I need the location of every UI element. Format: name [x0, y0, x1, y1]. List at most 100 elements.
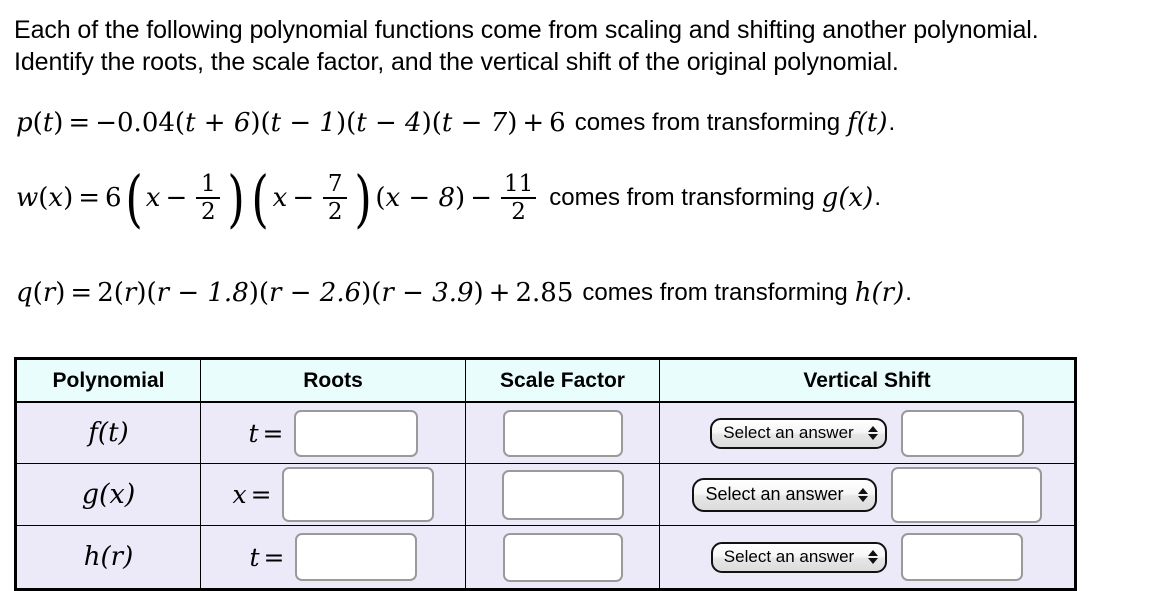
polynomial-label-h: h(r) [83, 542, 134, 572]
updown-arrows-icon [868, 550, 879, 564]
equation-w-tail-fn: g(x) [821, 183, 874, 214]
polynomial-label-f: f(t) [88, 418, 129, 448]
vertical-shift-select-label-f: Select an answer [723, 423, 854, 442]
equation-q-tail-text: comes from transforming [582, 279, 848, 306]
equation-p-constant: 6 [549, 108, 566, 138]
close-paren-icon: ) [227, 161, 246, 235]
roots-input-h[interactable] [294, 533, 417, 581]
equation-q-expression: q(r) = 2(r)(r − 1.8)(r − 2.6)(r − 3.9) +… [16, 278, 574, 308]
cell-polynomial-f: f(t) [16, 401, 201, 464]
equation-w-factor2-fraction: 7 2 [323, 172, 348, 224]
equation-q-lead-coefficient: 2 [97, 278, 114, 308]
close-paren-icon: ) [354, 161, 372, 235]
column-header-scale-factor: Scale Factor [465, 359, 660, 403]
equation-p-factor-4: t − 7 [441, 108, 508, 138]
equation-p-tail: comes from transforming f(t). [566, 108, 895, 138]
table-row: f(t) t = Select an answer [16, 401, 1075, 464]
equation-q-factor-4: r − 3.9 [381, 278, 474, 308]
column-header-vertical-shift: Vertical Shift [659, 359, 1075, 403]
equation-q-constant-sign: + [488, 278, 511, 308]
equation-q-tail-fn: h(r) [854, 278, 905, 308]
answer-table-container: Polynomial Roots Scale Factor Vertical S… [14, 357, 1077, 591]
equation-p-lead-coefficient: 0.04 [117, 108, 175, 138]
equation-p-expression: p(t) = −0.04(t + 6)(t − 1)(t − 4)(t − 7)… [16, 108, 566, 138]
equation-q-factor-2: r − 1.8 [156, 278, 249, 308]
equation-w-constant-sign: − [470, 183, 492, 214]
equation-q-lhs-fn: q [16, 278, 33, 308]
roots-variable-label-g: x = [232, 480, 272, 509]
equation-p-tail-text: comes from transforming [574, 109, 841, 136]
worksheet-page: Each of the following polynomial functio… [0, 0, 1172, 591]
polynomial-label-g: g(x) [81, 479, 136, 510]
equation-w: w(x) = 6 ( x − 1 2 ) ( x − 7 2 ) (x − 8) −… [16, 161, 881, 235]
table-header-row: Polynomial Roots Scale Factor Vertical S… [16, 359, 1075, 403]
vertical-shift-select-label-g: Select an answer [705, 484, 844, 504]
instructions-line-1: Each of the following polynomial functio… [14, 16, 1039, 44]
answer-table: Polynomial Roots Scale Factor Vertical S… [16, 359, 1075, 589]
equation-p-factor-3: t − 4 [356, 108, 422, 138]
roots-variable-label-f: t = [248, 418, 284, 448]
equation-w-factor1-var: x [145, 183, 161, 214]
cell-vertical-shift-f: Select an answer [659, 401, 1075, 464]
equation-w-tail: comes from transforming g(x). [540, 183, 881, 213]
equation-q-constant: 2.85 [515, 278, 574, 308]
equation-w-tail-punct: . [874, 184, 881, 212]
cell-scale-factor-g [465, 463, 660, 526]
cell-roots-g: x = [200, 463, 466, 526]
scale-factor-input-f[interactable] [502, 409, 623, 457]
equation-w-lead-coefficient: 6 [105, 183, 122, 214]
equation-w-lhs-var: x [48, 183, 64, 214]
equation-w-factor1-fraction: 1 2 [196, 172, 221, 224]
equation-p: p(t) = −0.04(t + 6)(t − 1)(t − 4)(t − 7)… [16, 108, 895, 138]
equation-p-constant-sign: + [522, 108, 545, 138]
equation-w-lhs-fn: w [16, 183, 39, 214]
scale-factor-input-h[interactable] [502, 532, 623, 582]
cell-roots-f: t = [200, 401, 466, 464]
table-row: h(r) t = Select an answer [16, 525, 1075, 589]
updown-arrows-icon [857, 487, 868, 502]
equation-p-tail-punct: . [888, 109, 896, 136]
roots-variable-label-h: t = [249, 542, 285, 572]
vertical-shift-select-g[interactable]: Select an answer [692, 477, 877, 512]
equation-p-tail-fn: f(t) [847, 108, 888, 138]
equation-q-tail: comes from transforming h(r). [573, 278, 912, 308]
equation-p-lead-sign: − [95, 108, 118, 138]
cell-vertical-shift-h: Select an answer [659, 525, 1075, 589]
table-row: g(x) x = Select an answer [16, 463, 1075, 526]
vertical-shift-select-f[interactable]: Select an answer [710, 417, 887, 449]
scale-factor-input-g[interactable] [501, 469, 624, 520]
open-paren-icon: ( [124, 161, 143, 235]
equation-p-lhs-var: t [42, 108, 54, 138]
cell-scale-factor-h [465, 525, 660, 589]
cell-polynomial-h: h(r) [16, 525, 201, 589]
vertical-shift-select-label-h: Select an answer [723, 547, 855, 566]
cell-roots-h: t = [200, 525, 466, 589]
roots-input-g[interactable] [281, 467, 434, 522]
equation-q-lhs-var: r [42, 278, 56, 308]
equation-p-factor-1: t + 6 [185, 108, 251, 138]
equation-w-tail-text: comes from transforming [549, 184, 815, 212]
column-header-roots: Roots [200, 359, 466, 403]
vertical-shift-input-f[interactable] [900, 409, 1024, 457]
cell-polynomial-g: g(x) [16, 463, 201, 526]
equation-p-lhs-fn: p [16, 108, 33, 138]
equation-q-factor-1: r [123, 278, 137, 308]
vertical-shift-input-g[interactable] [890, 466, 1042, 523]
equation-q-tail-punct: . [905, 279, 912, 306]
updown-arrows-icon [867, 426, 878, 440]
vertical-shift-input-h[interactable] [901, 533, 1024, 581]
equation-q: q(r) = 2(r)(r − 1.8)(r − 2.6)(r − 3.9) +… [16, 278, 912, 308]
open-paren-icon: ( [251, 161, 270, 235]
cell-vertical-shift-g: Select an answer [659, 463, 1075, 526]
instructions-line-2: Identify the roots, the scale factor, an… [14, 48, 899, 76]
column-header-polynomial: Polynomial [16, 359, 201, 403]
equation-q-factor-3: r − 2.6 [269, 278, 362, 308]
vertical-shift-select-h[interactable]: Select an answer [710, 541, 888, 573]
roots-input-f[interactable] [293, 409, 418, 457]
equation-p-factor-2: t − 1 [270, 108, 336, 138]
equation-w-factor2-var: x [272, 183, 288, 214]
equation-w-factor3: x − 8 [385, 183, 456, 214]
cell-scale-factor-f [465, 401, 660, 464]
equation-w-constant-fraction: 11 2 [500, 172, 537, 224]
instructions: Each of the following polynomial functio… [14, 14, 1164, 78]
